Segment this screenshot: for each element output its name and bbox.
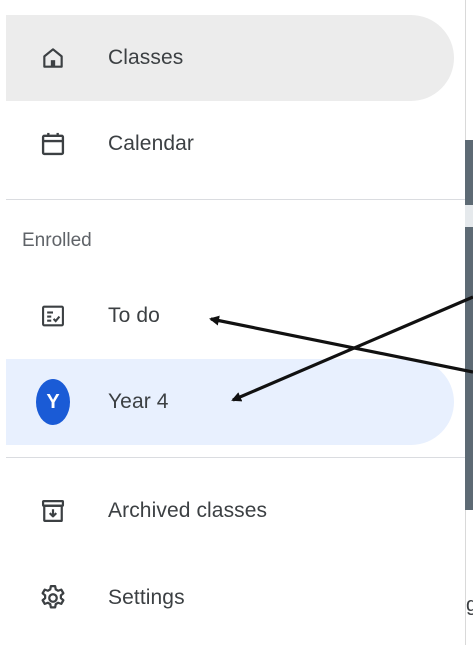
- divider: [6, 457, 466, 458]
- sidebar-item-label: Archived classes: [108, 499, 268, 522]
- sidebar-item-calendar[interactable]: Calendar: [6, 101, 454, 187]
- todo-list-icon: [36, 299, 70, 333]
- sidebar-item-year-4[interactable]: Y Year 4: [6, 359, 454, 445]
- home-icon: [36, 41, 70, 75]
- sidebar-item-todo[interactable]: To do: [6, 273, 454, 359]
- sidebar-item-archived-classes[interactable]: Archived classes: [6, 468, 454, 554]
- section-header-enrolled: Enrolled: [22, 230, 92, 251]
- sidebar-item-classes[interactable]: Classes: [6, 15, 454, 101]
- gear-icon: [36, 581, 70, 615]
- sidebar-item-label: Settings: [108, 586, 185, 609]
- sidebar-item-label: Year 4: [108, 390, 169, 413]
- class-banner-edge: [465, 140, 473, 510]
- sidebar-item-label: To do: [108, 304, 160, 327]
- sidebar-item-settings[interactable]: Settings: [6, 555, 454, 641]
- app-root: Classes Calendar Enrolled To do Y Year 4…: [0, 0, 473, 645]
- avatar: Y: [36, 379, 70, 425]
- banner-highlight-edge: [465, 205, 473, 227]
- sidebar-item-label: Calendar: [108, 132, 195, 155]
- class-avatar: Y: [36, 379, 70, 425]
- calendar-icon: [36, 127, 70, 161]
- divider: [6, 199, 466, 200]
- navigation-drawer: Classes Calendar Enrolled To do Y Year 4…: [0, 0, 466, 645]
- sidebar-item-label: Classes: [108, 46, 184, 69]
- edge-text-fragment: g: [466, 594, 473, 616]
- archive-icon: [36, 494, 70, 528]
